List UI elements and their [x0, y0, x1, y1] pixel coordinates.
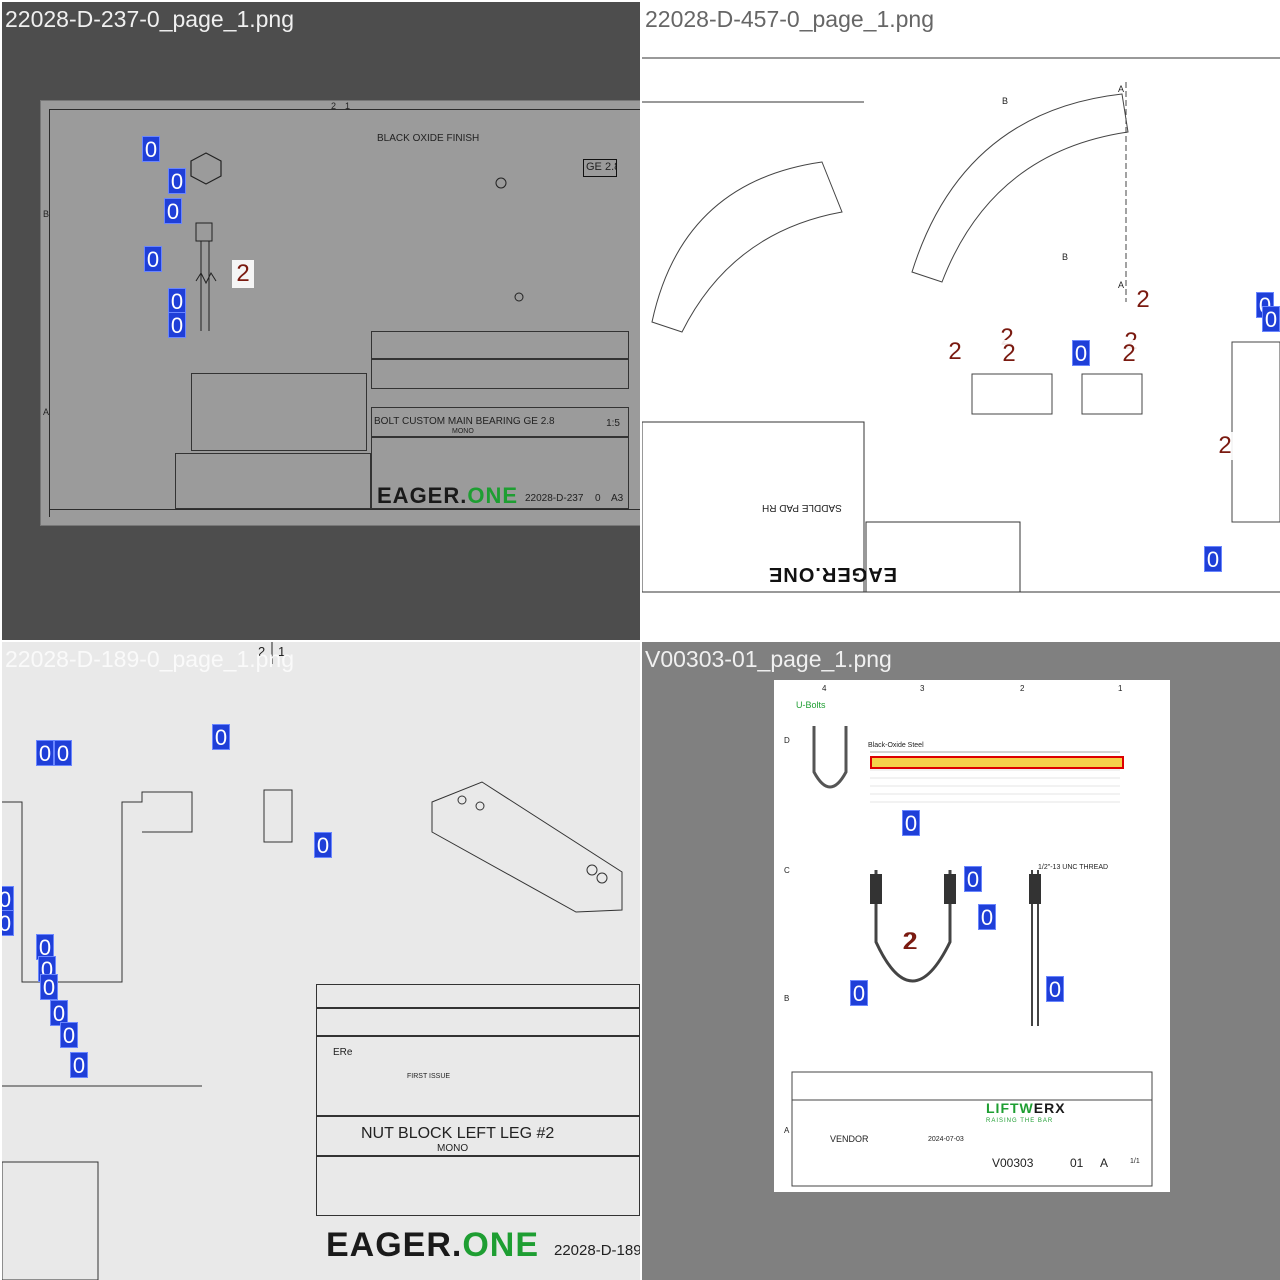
detection-box-2: 2 — [1118, 340, 1140, 368]
part-number: V00303 — [992, 1156, 1034, 1170]
detection-box-0: 0 — [2, 886, 14, 912]
drawing-number: 22028-D-189 — [554, 1242, 640, 1259]
panel-filename: 22028-D-237-0_page_1.png — [5, 6, 295, 32]
detection-box-2: 2 — [998, 340, 1020, 368]
detection-box-0: 0 — [978, 904, 996, 930]
drawing-sheet: 2 1 B A BLACK OXIDE FINISH GE 2.8 BOLT C… — [40, 100, 640, 526]
drawing-number: 22028-D-237 — [525, 493, 584, 504]
vendor-label: VENDOR — [830, 1134, 869, 1144]
section-label: A — [1118, 84, 1125, 94]
material-label: MONO — [437, 1143, 469, 1154]
revision-label: 0 — [595, 493, 601, 504]
detection-box-0: 0 — [1046, 976, 1064, 1002]
tagline: RAISING THE BAR — [986, 1118, 1054, 1124]
detection-box-2: 2 — [944, 338, 966, 366]
detection-box-0: 0 — [1262, 306, 1280, 332]
detection-box-0: 0 — [168, 168, 186, 194]
revision-letter: ERe — [333, 1047, 353, 1058]
detection-box-2: 2 — [232, 260, 254, 288]
detection-box-0: 0 — [1204, 546, 1222, 572]
detection-box-0: 0 — [964, 866, 982, 892]
detection-box-0: 0 — [36, 740, 54, 766]
eager-one-logo: EAGER.ONE — [326, 1226, 540, 1264]
detection-box-0: 0 — [1072, 340, 1090, 366]
detection-box-0: 0 — [164, 198, 182, 224]
liftwerx-logo: LIFTWERX — [986, 1100, 1066, 1116]
drawing-title: BOLT CUSTOM MAIN BEARING GE 2.8 — [374, 416, 555, 427]
thread-note: 1/2"-13 UNC THREAD — [1038, 864, 1109, 871]
detection-box-0: 0 — [902, 810, 920, 836]
panel-drawing-237: 22028-D-237-0_page_1.png 2 1 B A BLACK O… — [2, 2, 640, 640]
panel-drawing-v00303: V00303-01_page_1.png U-Bolts 4 3 2 1 D C… — [642, 642, 1280, 1280]
detection-box-0: 0 — [142, 136, 160, 162]
sheet-size-label: A3 — [611, 493, 624, 504]
detection-box-2: 2 — [1214, 432, 1236, 460]
detection-box-0: 0 — [70, 1052, 88, 1078]
u-bolt-drawing — [791, 726, 1153, 1187]
detection-box-0: 0 — [168, 288, 186, 314]
detection-box-2: 2 — [1132, 286, 1154, 314]
detection-box-0: 0 — [314, 832, 332, 858]
material-label: MONO — [452, 428, 474, 435]
panel-filename: V00303-01_page_1.png — [645, 646, 892, 672]
drawing-title: NUT BLOCK LEFT LEG #2 — [361, 1125, 555, 1142]
panel-drawing-189: 22028-D-189-0_page_1.png 2 1 ERe FIRST I… — [2, 642, 640, 1280]
section-label: A — [1118, 280, 1125, 290]
date-label: 2024-07-03 — [928, 1136, 964, 1143]
detection-box-0: 0 — [168, 312, 186, 338]
detection-box-2: 2 — [902, 928, 916, 955]
detection-box-0: 0 — [40, 974, 58, 1000]
revision-label: 01 — [1070, 1156, 1084, 1170]
detection-box-0: 0 — [54, 740, 72, 766]
sheet-count: 1/1 — [1130, 1158, 1140, 1165]
drawing-sheet: U-Bolts 4 3 2 1 D C B A Black-Oxide Stee… — [774, 680, 1170, 1192]
detection-box-0: 0 — [212, 724, 230, 750]
sheet-size-label: A — [1100, 1156, 1109, 1170]
eager-one-logo: EAGER.ONE — [377, 483, 519, 508]
section-label: B — [1062, 252, 1069, 262]
panel-filename: 22028-D-189-0_page_1.png — [5, 646, 295, 672]
detection-box-0: 0 — [850, 980, 868, 1006]
detection-box-0: 0 — [2, 910, 14, 936]
detection-box-0: 0 — [144, 246, 162, 272]
panel-drawing-457: 22028-D-457-0_page_1.png A B A B SADDLE … — [642, 2, 1280, 640]
first-issue: FIRST ISSUE — [407, 1073, 451, 1080]
detection-box-0: 0 — [60, 1022, 78, 1048]
section-label: B — [1002, 96, 1009, 106]
panel-filename: 22028-D-457-0_page_1.png — [645, 6, 935, 32]
saddle-pad-drawing — [642, 57, 1280, 593]
scale-label: 1:5 — [606, 418, 620, 429]
eager-one-logo: EAGER.ONE — [768, 563, 898, 585]
flipped-title: SADDLE PAD RH — [762, 502, 842, 513]
